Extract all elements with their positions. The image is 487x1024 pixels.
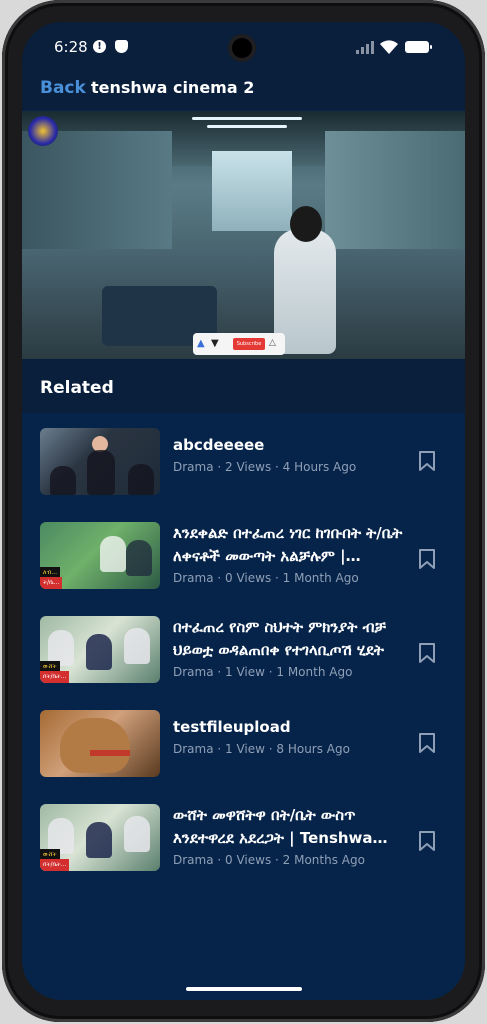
- bookmark-icon[interactable]: [418, 548, 436, 570]
- home-indicator[interactable]: [186, 987, 302, 991]
- video-meta: Drama · 1 View · 8 Hours Ago: [173, 742, 350, 756]
- ceiling-light: [207, 125, 287, 128]
- video-thumbnail: ውሸት በት/ቤት...: [40, 804, 160, 871]
- thumbnail-caption: በት/ቤት...: [40, 859, 70, 871]
- video-player[interactable]: ▲ ▼ Subscribe △: [22, 111, 465, 359]
- thumbnail-caption: በት/ቤት...: [40, 671, 70, 683]
- bell-icon: △: [269, 338, 276, 348]
- thumbnail-person: [124, 816, 150, 852]
- video-engagement-overlay: ▲ ▼ Subscribe △: [193, 333, 285, 355]
- thumbnail-dog: [60, 718, 130, 773]
- back-button[interactable]: Back: [40, 78, 86, 98]
- video-title: testfileupload: [173, 718, 291, 736]
- list-item[interactable]: testfileupload Drama · 1 View · 8 Hours …: [22, 696, 465, 790]
- thumbnail-caption: ት/ቤ...: [40, 577, 63, 589]
- app-screen: 6:28 ! Back tenshwa cinema 2 ▲ ▼ Subscri…: [22, 22, 465, 1000]
- thumbnail-person: [86, 634, 112, 670]
- video-meta: Drama · 1 View · 1 Month Ago: [173, 665, 353, 679]
- video-meta: Drama · 0 Views · 2 Months Ago: [173, 853, 365, 867]
- thumbnail-person: [86, 822, 112, 858]
- related-section-header: Related: [22, 359, 465, 413]
- thumbnail-person: [126, 540, 152, 576]
- thumbnail-person: [124, 628, 150, 664]
- status-bar: 6:28 !: [22, 22, 465, 72]
- bookmark-icon[interactable]: [418, 642, 436, 664]
- signal-icon: [356, 41, 375, 54]
- front-camera: [228, 34, 256, 62]
- shield-icon: [115, 40, 128, 53]
- bookmark-icon[interactable]: [418, 830, 436, 852]
- ceiling-light: [192, 117, 302, 120]
- thumbnail-person: [100, 536, 126, 572]
- status-time: 6:28: [54, 38, 88, 56]
- video-title: በተፈጠረ የስም ስህተት ምክንያት ብቻ ህይወቷ ወዳልጠበቀ የተገላ…: [173, 618, 386, 659]
- page-title: tenshwa cinema 2: [91, 78, 255, 97]
- video-meta: Drama · 2 Views · 4 Hours Ago: [173, 460, 357, 474]
- video-title: እንደቀልድ በተፈጠረ ነገር ከገቡበት ት/ቤት ለቀናቶች መውጣት አ…: [173, 524, 403, 565]
- thumbnail-person: [50, 466, 76, 495]
- list-item[interactable]: abcdeeeee Drama · 2 Views · 4 Hours Ago: [22, 414, 465, 508]
- list-item[interactable]: ለብ... ት/ቤ... እንደቀልድ በተፈጠረ ነገር ከገቡበት ት/ቤት…: [22, 508, 465, 602]
- video-title: ውሸት መዋሸትዋ በት/ቤት ውስጥ እንደተዋረደ አደረጋት | Tens…: [173, 806, 373, 847]
- related-title: Related: [40, 378, 114, 398]
- video-thumbnail: [40, 428, 160, 495]
- video-thumbnail: ለብ... ት/ቤ...: [40, 522, 160, 589]
- top-bar: Back tenshwa cinema 2: [22, 72, 465, 110]
- thumbnail-person: [128, 464, 154, 495]
- list-item[interactable]: ውሸት በት/ቤት... በተፈጠረ የስም ስህተት ምክንያት ብቻ ህይወ…: [22, 602, 465, 696]
- thumbs-down-icon: ▼: [211, 338, 219, 349]
- subscribe-badge: Subscribe: [233, 338, 265, 350]
- thumbnail-person: [87, 450, 115, 495]
- video-frame-person-head: [290, 206, 322, 242]
- video-thumbnail: ውሸት በት/ቤት...: [40, 616, 160, 683]
- channel-logo: [28, 116, 58, 146]
- video-thumbnail: [40, 710, 160, 777]
- thumbs-up-icon: ▲: [197, 338, 205, 349]
- video-title: abcdeeeee: [173, 436, 265, 454]
- video-meta: Drama · 0 Views · 1 Month Ago: [173, 571, 359, 585]
- battery-icon: [405, 41, 432, 53]
- wifi-icon: [380, 40, 398, 54]
- bookmark-icon[interactable]: [418, 450, 436, 472]
- list-item[interactable]: ውሸት በት/ቤት... ውሸት መዋሸትዋ በት/ቤት ውስጥ እንደተዋረደ…: [22, 790, 465, 884]
- thumbnail-collar: [90, 750, 130, 756]
- alert-icon: !: [93, 40, 106, 53]
- video-frame-corridor: [212, 151, 292, 231]
- bookmark-icon[interactable]: [418, 732, 436, 754]
